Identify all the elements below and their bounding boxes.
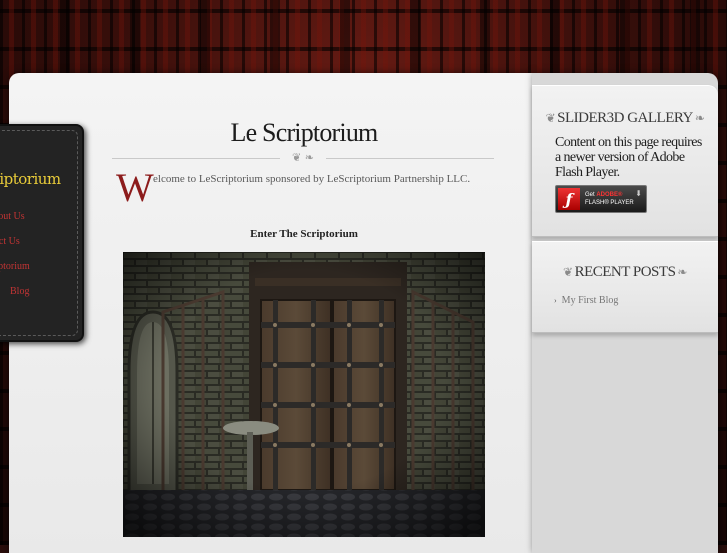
title-divider-right [326,158,494,159]
recent-posts-title-text: RECENT POSTS [574,264,676,280]
flourish-icon: ❦ [563,265,573,279]
flourish-icon: ❦ [545,111,556,125]
enter-scriptorium-link[interactable]: Enter The Scriptorium [123,228,485,240]
flash-badge-text: Get ADOBE® FLASH® PLAYER [585,191,634,207]
nav-title: Scriptorium [0,170,61,188]
flash-badge-adobe: ADOBE® [596,192,623,198]
get-flash-player-button[interactable]: ƒ Get ADOBE® FLASH® PLAYER ⬇ [555,185,647,213]
flash-required-message: Content on this page requires a newer ve… [555,135,702,180]
recent-posts-widget: ❦ RECENT POSTS ❧ [532,241,718,333]
site-title: Le Scriptorium [230,118,379,147]
slider-gallery-title-text: SLIDER3D GALLERY [557,110,693,126]
title-divider-left [112,158,280,159]
flourish-icon: ❧ [677,265,687,279]
right-sidebar: ❦ SLIDER3D GALLERY ❧ ❦ RECENT POSTS ❧ Conten… [532,73,718,553]
flash-badge-get: Get [585,192,595,198]
nav-item-scriptorium[interactable]: Scriptorium [0,261,30,272]
nav-item-blog[interactable]: Blog [10,286,29,297]
flourish-icon: ❦ ❧ [292,151,314,164]
recent-post-title: My First Blog [561,295,619,306]
nav-item-contact-us[interactable]: Contact Us [0,236,20,247]
nav-item-about-us[interactable]: About Us [0,211,25,222]
bullet-icon: › [554,296,557,305]
left-nav-panel: Scriptorium About Us Contact Us Scriptor… [0,124,84,342]
download-arrow-icon: ⬇ [635,189,642,198]
scriptorium-door-image[interactable] [123,252,485,537]
drop-cap: W [116,165,154,210]
flash-badge-player: FLASH® PLAYER [585,200,634,206]
flourish-icon: ❧ [694,111,705,125]
slider-gallery-title: ❦ SLIDER3D GALLERY ❧ [532,110,718,127]
flash-logo-icon: ƒ [558,188,580,210]
recent-post-link[interactable]: › My First Blog [554,295,618,306]
recent-posts-title: ❦ RECENT POSTS ❧ [532,264,718,281]
welcome-text: elcome to LeScriptorium sponsored by LeS… [153,173,471,185]
